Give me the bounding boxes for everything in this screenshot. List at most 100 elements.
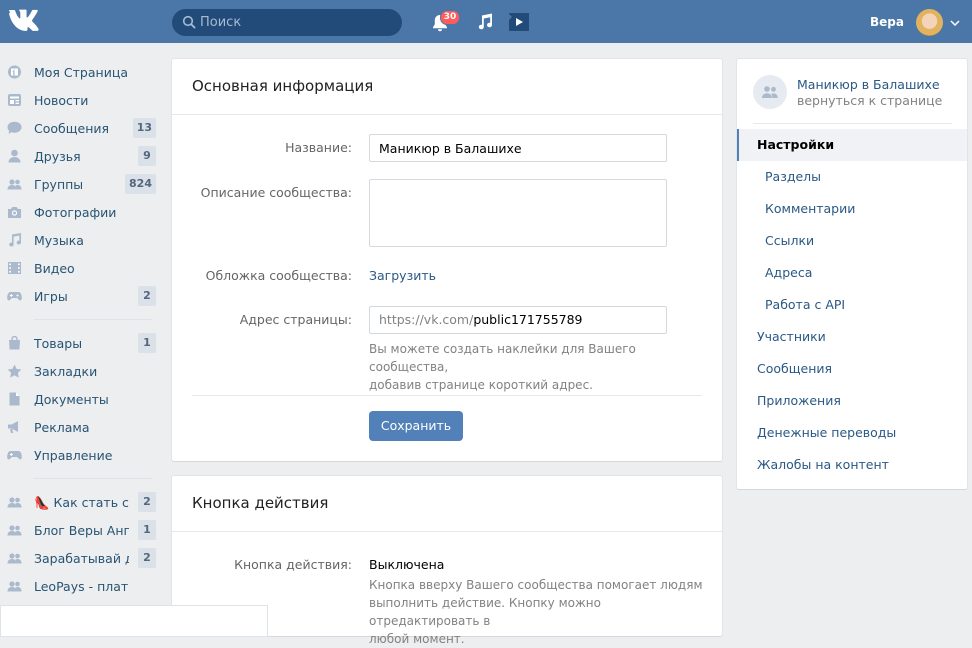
action-button-status[interactable]: Выключена (369, 557, 444, 572)
menu-label: Разделы (765, 169, 822, 184)
music-icon[interactable] (476, 13, 494, 31)
sidebar-item-groups[interactable]: Группы 824 (0, 170, 162, 198)
document-icon (9, 392, 20, 406)
gamepad-icon (7, 292, 22, 301)
address-hint: Вы можете создать наклейки для Вашего со… (369, 340, 709, 394)
group-name-link[interactable]: Маникюр в Балашихе (797, 77, 940, 92)
people-icon (7, 553, 22, 564)
user-circle-icon (8, 65, 21, 79)
sidebar-item-label: Группы (34, 177, 84, 192)
panel-divider (753, 123, 952, 124)
settings-menu-links[interactable]: Ссылки (737, 225, 967, 257)
sidebar-item-goods[interactable]: Товары 1 (0, 329, 162, 357)
sidebar-item-management[interactable]: Управление (0, 441, 162, 469)
group-avatar[interactable] (753, 75, 787, 109)
back-to-page-link[interactable]: вернуться к странице (797, 93, 942, 108)
upload-cover-link[interactable]: Загрузить (369, 268, 436, 283)
sidebar-count-badge: 824 (125, 174, 156, 194)
sidebar-item-news[interactable]: Новости (0, 86, 162, 114)
action-button-label: Кнопка действия: (234, 557, 352, 572)
settings-menu-comments[interactable]: Комментарии (737, 193, 967, 225)
sidebar-count-badge: 2 (138, 492, 156, 512)
menu-label: Приложения (757, 393, 841, 408)
sidebar-item-ads[interactable]: Реклама (0, 413, 162, 441)
card-title: Основная информация (192, 77, 374, 95)
people-icon (7, 581, 22, 592)
search-input[interactable] (200, 9, 390, 36)
sidebar-item-bookmarks[interactable]: Закладки (0, 357, 162, 385)
sidebar-item-music[interactable]: Музыка (0, 226, 162, 254)
cover-label: Обложка сообщества: (205, 268, 352, 283)
settings-menu-messages[interactable]: Сообщения (737, 353, 967, 385)
settings-menu-api[interactable]: Работа с API (737, 289, 967, 321)
sidebar-item-label: Сообщения (34, 121, 110, 136)
card-divider (172, 531, 722, 532)
menu-label: Адреса (765, 265, 813, 280)
settings-nav-panel: Маникюр в Балашихе вернуться к странице … (737, 59, 967, 489)
sidebar-item-label: Друзья (34, 149, 81, 164)
vk-logo-icon[interactable] (7, 9, 41, 33)
left-sidebar: Моя Страница Новости Сообщения 13 Друзья… (0, 58, 162, 600)
settings-menu-addresses[interactable]: Адреса (737, 257, 967, 289)
sidebar-item-label: Фотографии (34, 205, 117, 220)
gamepad-icon (7, 451, 22, 460)
menu-label: Настройки (757, 137, 835, 152)
address-prefix: https://vk.com/ (379, 312, 474, 327)
film-icon (8, 262, 21, 274)
menu-label: Участники (757, 329, 826, 344)
sidebar-item-messages[interactable]: Сообщения 13 (0, 114, 162, 142)
sidebar-item-group[interactable]: Блог Веры Анге... 1 (0, 516, 162, 544)
sidebar-item-friends[interactable]: Друзья 9 (0, 142, 162, 170)
sidebar-item-group[interactable]: 👠 Как стать сч... 2 (0, 488, 162, 516)
form-divider (192, 395, 702, 396)
menu-label: Сообщения (757, 361, 833, 376)
sidebar-item-label: Реклама (34, 420, 90, 435)
sidebar-count-badge: 2 (138, 548, 156, 568)
menu-label: Ссылки (765, 233, 815, 248)
sidebar-item-label: Закладки (34, 364, 98, 379)
user-avatar[interactable] (916, 9, 943, 36)
people-icon (7, 525, 22, 536)
sidebar-item-group[interactable]: LeoPays - платф... (0, 572, 162, 600)
address-label: Адрес страницы: (239, 312, 352, 327)
camera-icon (8, 207, 21, 218)
sidebar-item-label: Управление (34, 448, 113, 463)
settings-menu-sections[interactable]: Разделы (737, 161, 967, 193)
star-icon (7, 364, 22, 378)
sidebar-item-games[interactable]: Игры 2 (0, 282, 162, 310)
settings-menu-apps[interactable]: Приложения (737, 385, 967, 417)
settings-menu-content-reports[interactable]: Жалобы на контент (737, 449, 967, 481)
sidebar-item-video[interactable]: Видео (0, 254, 162, 282)
sidebar-item-label: LeoPays - платф... (34, 579, 129, 594)
address-hint-line: Вы можете создать наклейки для Вашего со… (369, 342, 636, 374)
sidebar-item-label: Музыка (34, 233, 84, 248)
description-field[interactable] (369, 179, 667, 247)
action-hint-line: Кнопка вверху Вашего сообщества помогает… (369, 578, 703, 592)
address-value: public171755789 (473, 312, 583, 327)
sidebar-count-badge: 1 (138, 520, 156, 540)
sidebar-item-label: Игры (34, 289, 68, 304)
sidebar-item-photos[interactable]: Фотографии (0, 198, 162, 226)
address-field[interactable]: https://vk.com/public171755789 (369, 306, 667, 334)
people-icon (7, 497, 22, 508)
save-button[interactable]: Сохранить (369, 411, 463, 441)
action-button-hint: Кнопка вверху Вашего сообщества помогает… (369, 576, 709, 648)
settings-menu-settings[interactable]: Настройки (737, 129, 967, 161)
people-icon (7, 179, 22, 190)
sidebar-item-documents[interactable]: Документы (0, 385, 162, 413)
sidebar-item-label: Документы (34, 392, 109, 407)
sidebar-count-badge: 13 (132, 118, 156, 138)
video-icon[interactable] (507, 12, 531, 32)
card-divider (172, 114, 722, 115)
notifications-badge: 30 (440, 10, 460, 25)
settings-menu-money-transfers[interactable]: Денежные переводы (737, 417, 967, 449)
sidebar-item-my-page[interactable]: Моя Страница (0, 58, 162, 86)
user-name[interactable]: Вера (870, 15, 904, 29)
search-icon (182, 15, 196, 29)
name-field[interactable] (369, 134, 667, 162)
chevron-down-icon[interactable] (950, 20, 960, 26)
bottom-popup-edge (0, 605, 268, 637)
settings-menu-members[interactable]: Участники (737, 321, 967, 353)
sidebar-item-group[interactable]: Зарабатывай д... 2 (0, 544, 162, 572)
search-box[interactable] (172, 9, 402, 36)
